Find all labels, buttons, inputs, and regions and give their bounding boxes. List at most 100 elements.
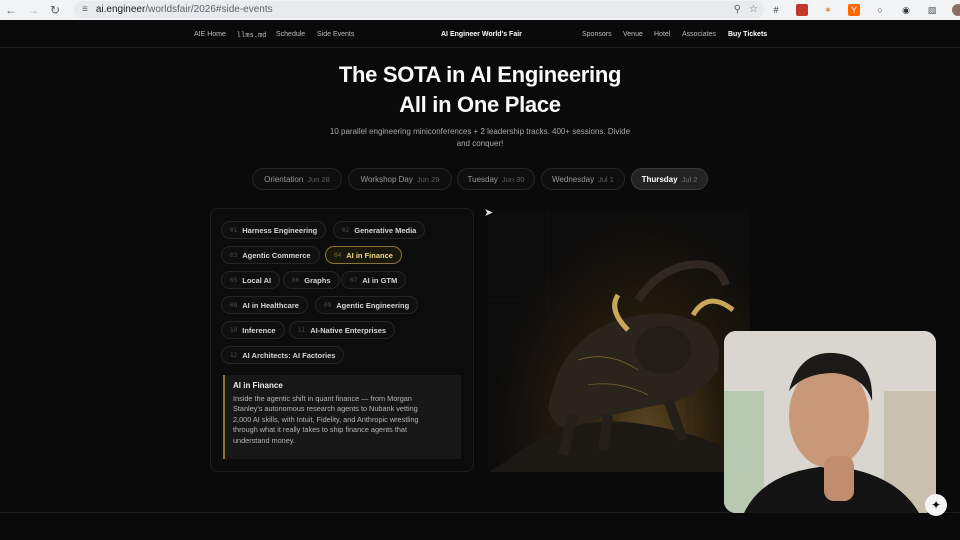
- track-number: 12: [230, 351, 238, 359]
- zoom-icon[interactable]: ⚲: [734, 4, 741, 15]
- day-name: Wednesday: [552, 174, 595, 184]
- extensions-bar: # ✶ Y ○ ◉ ▧ ⋮: [770, 1, 960, 19]
- tracks-panel: 01 Harness Engineering 02 Generative Media…: [210, 208, 474, 472]
- hero-title: The SOTA in AI Engineering All in One Pl…: [0, 60, 960, 120]
- track-ai-in-gtm[interactable]: 07 AI in GTM: [341, 271, 407, 289]
- day-name: Orientation: [264, 174, 304, 184]
- track-number: 11: [298, 326, 306, 334]
- day-date: Jun 28: [307, 174, 330, 184]
- track-generative-media[interactable]: 02 Generative Media: [333, 221, 426, 239]
- top-nav: AIE Home llms.md Schedule Side Events AI…: [0, 22, 960, 48]
- nav-llms-md[interactable]: llms.md: [237, 31, 267, 39]
- track-description: AI in Finance Inside the agentic shift i…: [223, 375, 461, 459]
- track-number: 09: [324, 301, 332, 309]
- track-label: AI in GTM: [362, 275, 398, 285]
- track-ai-in-finance[interactable]: 04 AI in Finance: [325, 246, 402, 264]
- url-path: /worldsfair/2026#side-events: [145, 4, 273, 15]
- hero-subtitle: 10 parallel engineering miniconferences …: [320, 126, 640, 150]
- forward-icon[interactable]: →: [22, 0, 44, 20]
- description-line: Inside the agentic shift in quant financ…: [233, 394, 412, 403]
- track-number: 03: [230, 251, 238, 259]
- site-info-icon[interactable]: ≡: [82, 4, 88, 15]
- track-label: Harness Engineering: [242, 225, 318, 235]
- track-number: 04: [334, 251, 342, 259]
- day-date: Jun 29: [416, 174, 440, 184]
- track-label: Graphs: [304, 275, 331, 285]
- hero-title-line1: The SOTA in AI Engineering: [338, 62, 622, 87]
- bull-illustration: [488, 210, 750, 472]
- track-label: AI in Healthcare: [242, 300, 299, 310]
- capture-extension-icon[interactable]: ◉: [900, 4, 912, 16]
- hash-extension-icon[interactable]: #: [770, 4, 782, 16]
- track-label: Agentic Commerce: [242, 250, 311, 260]
- track-ai-native-enterprises[interactable]: 11 AI-Native Enterprises: [289, 321, 396, 339]
- description-line: through what it really takes to ship fin…: [233, 425, 408, 435]
- nav-venue[interactable]: Venue: [623, 31, 643, 38]
- tab-thursday[interactable]: Thursday Jul 2: [631, 168, 708, 190]
- nav-brand[interactable]: AI Engineer World's Fair: [441, 31, 522, 38]
- url-host: ai.engineer: [95, 4, 146, 15]
- day-name: Thursday: [641, 174, 678, 184]
- track-inference[interactable]: 10 Inference: [221, 321, 285, 339]
- address-bar[interactable]: ≡ ai.engineer/worldsfair/2026#side-event…: [74, 1, 764, 18]
- nav-associates[interactable]: Associates: [682, 31, 716, 38]
- description-line: Stanley's autonomous research agents to …: [233, 404, 418, 414]
- day-name: Tuesday: [467, 174, 498, 184]
- track-harness-engineering[interactable]: 01 Harness Engineering: [221, 221, 327, 239]
- track-agentic-engineering[interactable]: 09 Agentic Engineering: [315, 296, 419, 314]
- mouse-cursor-icon: ➤: [484, 207, 494, 219]
- day-date: Jul 1: [598, 174, 614, 184]
- puzzle-icon[interactable]: ▧: [926, 4, 938, 16]
- presenter-video: [724, 331, 936, 513]
- track-number: 10: [230, 326, 238, 334]
- day-date: Jun 30: [501, 174, 525, 184]
- bookmark-star-icon[interactable]: ☆: [749, 4, 758, 15]
- track-description-title: AI in Finance: [233, 381, 283, 390]
- description-line: 2,000 AI skills, with Intuit, Fidelity, …: [233, 414, 419, 424]
- track-graphs[interactable]: 06 Graphs: [283, 271, 340, 289]
- back-icon[interactable]: ←: [0, 0, 22, 20]
- track-local-ai[interactable]: 05 Local AI: [221, 271, 281, 289]
- track-agentic-commerce[interactable]: 03 Agentic Commerce: [221, 246, 320, 264]
- day-tabs: Orientation Jun 28 Workshop Day Jun 29 Tue…: [0, 168, 960, 190]
- nav-hotel[interactable]: Hotel: [654, 31, 670, 38]
- track-label: AI Architects: AI Factories: [242, 350, 336, 360]
- day-date: Jul 2: [681, 174, 698, 184]
- red-extension-icon[interactable]: [796, 4, 808, 16]
- track-label: Generative Media: [354, 225, 417, 235]
- track-label: Inference: [242, 325, 276, 335]
- track-label: Local AI: [242, 275, 272, 285]
- tab-wednesday[interactable]: Wednesday Jul 1: [541, 168, 625, 190]
- sparkle-icon[interactable]: ✦: [925, 494, 947, 516]
- webcam-overlay: [724, 331, 936, 513]
- track-number: 06: [292, 276, 300, 284]
- tab-workshop-day[interactable]: Workshop Day Jun 29: [348, 168, 452, 190]
- track-label: AI-Native Enterprises: [310, 325, 387, 335]
- track-ai-architects[interactable]: 12 AI Architects: AI Factories: [221, 346, 345, 364]
- reload-icon[interactable]: ↻: [44, 0, 66, 20]
- bull-statue-image: [488, 210, 750, 472]
- nav-schedule[interactable]: Schedule: [276, 31, 305, 38]
- nav-side-events[interactable]: Side Events: [317, 31, 354, 38]
- track-label: Agentic Engineering: [336, 300, 410, 310]
- track-number: 07: [350, 276, 358, 284]
- track-ai-in-healthcare[interactable]: 08 AI in Healthcare: [221, 296, 308, 314]
- hero-title-line2: All in One Place: [399, 92, 561, 117]
- track-description-body: Inside the agentic shift in quant financ…: [233, 394, 453, 446]
- track-label: AI in Finance: [346, 250, 393, 260]
- buy-tickets-link[interactable]: Buy Tickets: [728, 31, 767, 38]
- hero-subtitle-line1: 10 parallel engineering miniconferences …: [329, 127, 631, 136]
- sparkle-extension-icon[interactable]: ✶: [822, 4, 834, 16]
- profile-avatar[interactable]: [952, 4, 960, 16]
- y-extension-icon[interactable]: Y: [848, 4, 860, 16]
- track-number: 01: [230, 226, 238, 234]
- nav-aie-home[interactable]: AIE Home: [194, 31, 226, 38]
- openai-extension-icon[interactable]: ○: [874, 4, 886, 16]
- tab-tuesday[interactable]: Tuesday Jun 30: [457, 168, 535, 190]
- tab-orientation[interactable]: Orientation Jun 28: [252, 168, 342, 190]
- nav-sponsors[interactable]: Sponsors: [582, 31, 612, 38]
- track-number: 02: [342, 226, 350, 234]
- description-line: understand money.: [233, 435, 295, 445]
- day-name: Workshop Day: [360, 174, 413, 184]
- hero-subtitle-line2: and conquer!: [456, 139, 504, 148]
